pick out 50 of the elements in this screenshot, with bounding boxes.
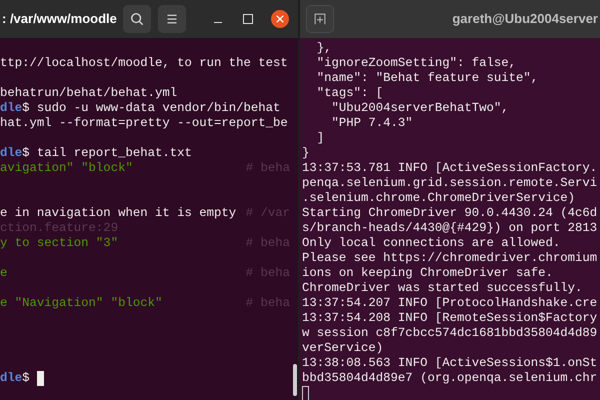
- prompt-text: dle: [0, 146, 22, 161]
- terminal-text: bbd35804d4d89e7 (org.openqa.selenium.chr: [302, 371, 598, 386]
- terminal-text: "ignoreZoomSetting": false,: [316, 56, 516, 71]
- menu-icon: [166, 13, 178, 25]
- terminal-text: "name": "Behat feature suite",: [316, 71, 538, 86]
- terminal-text: 13:37:54.207 INFO [ProtocolHandshake.cre: [302, 296, 598, 311]
- terminal-text: penqa.selenium.grid.session.remote.Servi: [302, 176, 598, 191]
- terminal-text: $: [22, 371, 31, 386]
- terminal-text: ions on keeping ChromeDriver safe.: [302, 266, 553, 281]
- terminal-text: w session c8f7cbcc574dc1681bbd35804d4d89: [302, 326, 598, 341]
- terminal-text: $ tail report_behat.txt: [22, 146, 192, 161]
- prompt-text: dle: [0, 101, 22, 116]
- terminal-text: e "Navigation" "block": [0, 296, 162, 311]
- terminal-text: 13:38:08.563 INFO [ActiveSessions$1.onSt: [302, 356, 598, 371]
- terminal-text: Please see https://chromedriver.chromium: [302, 251, 598, 266]
- terminal-text: Starting ChromeDriver 90.0.4430.24 (4c6d: [302, 206, 598, 221]
- terminal-text: e in navigation when it is empty: [0, 206, 236, 221]
- terminal-text: .selenium.chrome.ChromeDriverService): [302, 191, 576, 206]
- close-button[interactable]: [271, 10, 289, 28]
- terminal-text: "PHP 7.4.3": [330, 116, 413, 131]
- terminal-text: avigation" "block": [0, 161, 133, 176]
- window-title: : /var/www/moodle: [2, 10, 117, 28]
- close-icon: [276, 15, 284, 23]
- terminal-text: behatrun/behat/behat.yml: [0, 86, 178, 101]
- terminal-text: ttp://localhost/moodle, to run the test: [0, 56, 288, 71]
- terminal-text: ]: [316, 131, 324, 146]
- search-icon: [130, 12, 144, 26]
- terminal-text: e: [0, 266, 8, 281]
- terminal-text: y to section "3": [0, 236, 118, 251]
- terminal-text: Only local connections are allowed.: [302, 236, 560, 251]
- terminal-text: 13:37:53.781 INFO [ActiveSessionFactory.: [302, 161, 598, 176]
- terminal-text: ChromeDriver was started successfully.: [302, 281, 582, 296]
- terminal-text: 13:37:54.208 INFO [RemoteSession$Factory: [302, 311, 598, 326]
- window-title: gareth@Ubu2004server: [452, 10, 598, 28]
- terminal-text: "tags": [: [316, 86, 384, 101]
- terminal-text: }: [302, 146, 310, 161]
- maximize-button[interactable]: [243, 14, 253, 24]
- prompt-text: dle: [0, 371, 22, 386]
- new-tab-button[interactable]: [306, 5, 334, 33]
- menu-button[interactable]: [158, 5, 186, 33]
- terminal-text: "Ubu2004serverBehatTwo",: [330, 101, 509, 116]
- cursor: [302, 386, 309, 400]
- terminal-text: $ sudo -u www-data vendor/bin/behat: [22, 101, 280, 116]
- terminal-text: verService): [302, 341, 384, 356]
- new-tab-icon: [314, 13, 326, 25]
- terminal-text: },: [316, 41, 332, 56]
- search-button[interactable]: [123, 5, 151, 33]
- terminal-text: hat.yml --format=pretty --out=report_be: [0, 116, 288, 131]
- scrollbar[interactable]: [293, 364, 297, 396]
- terminal-text: s/branch-heads/4430@{#429}) on port 2813: [302, 221, 598, 236]
